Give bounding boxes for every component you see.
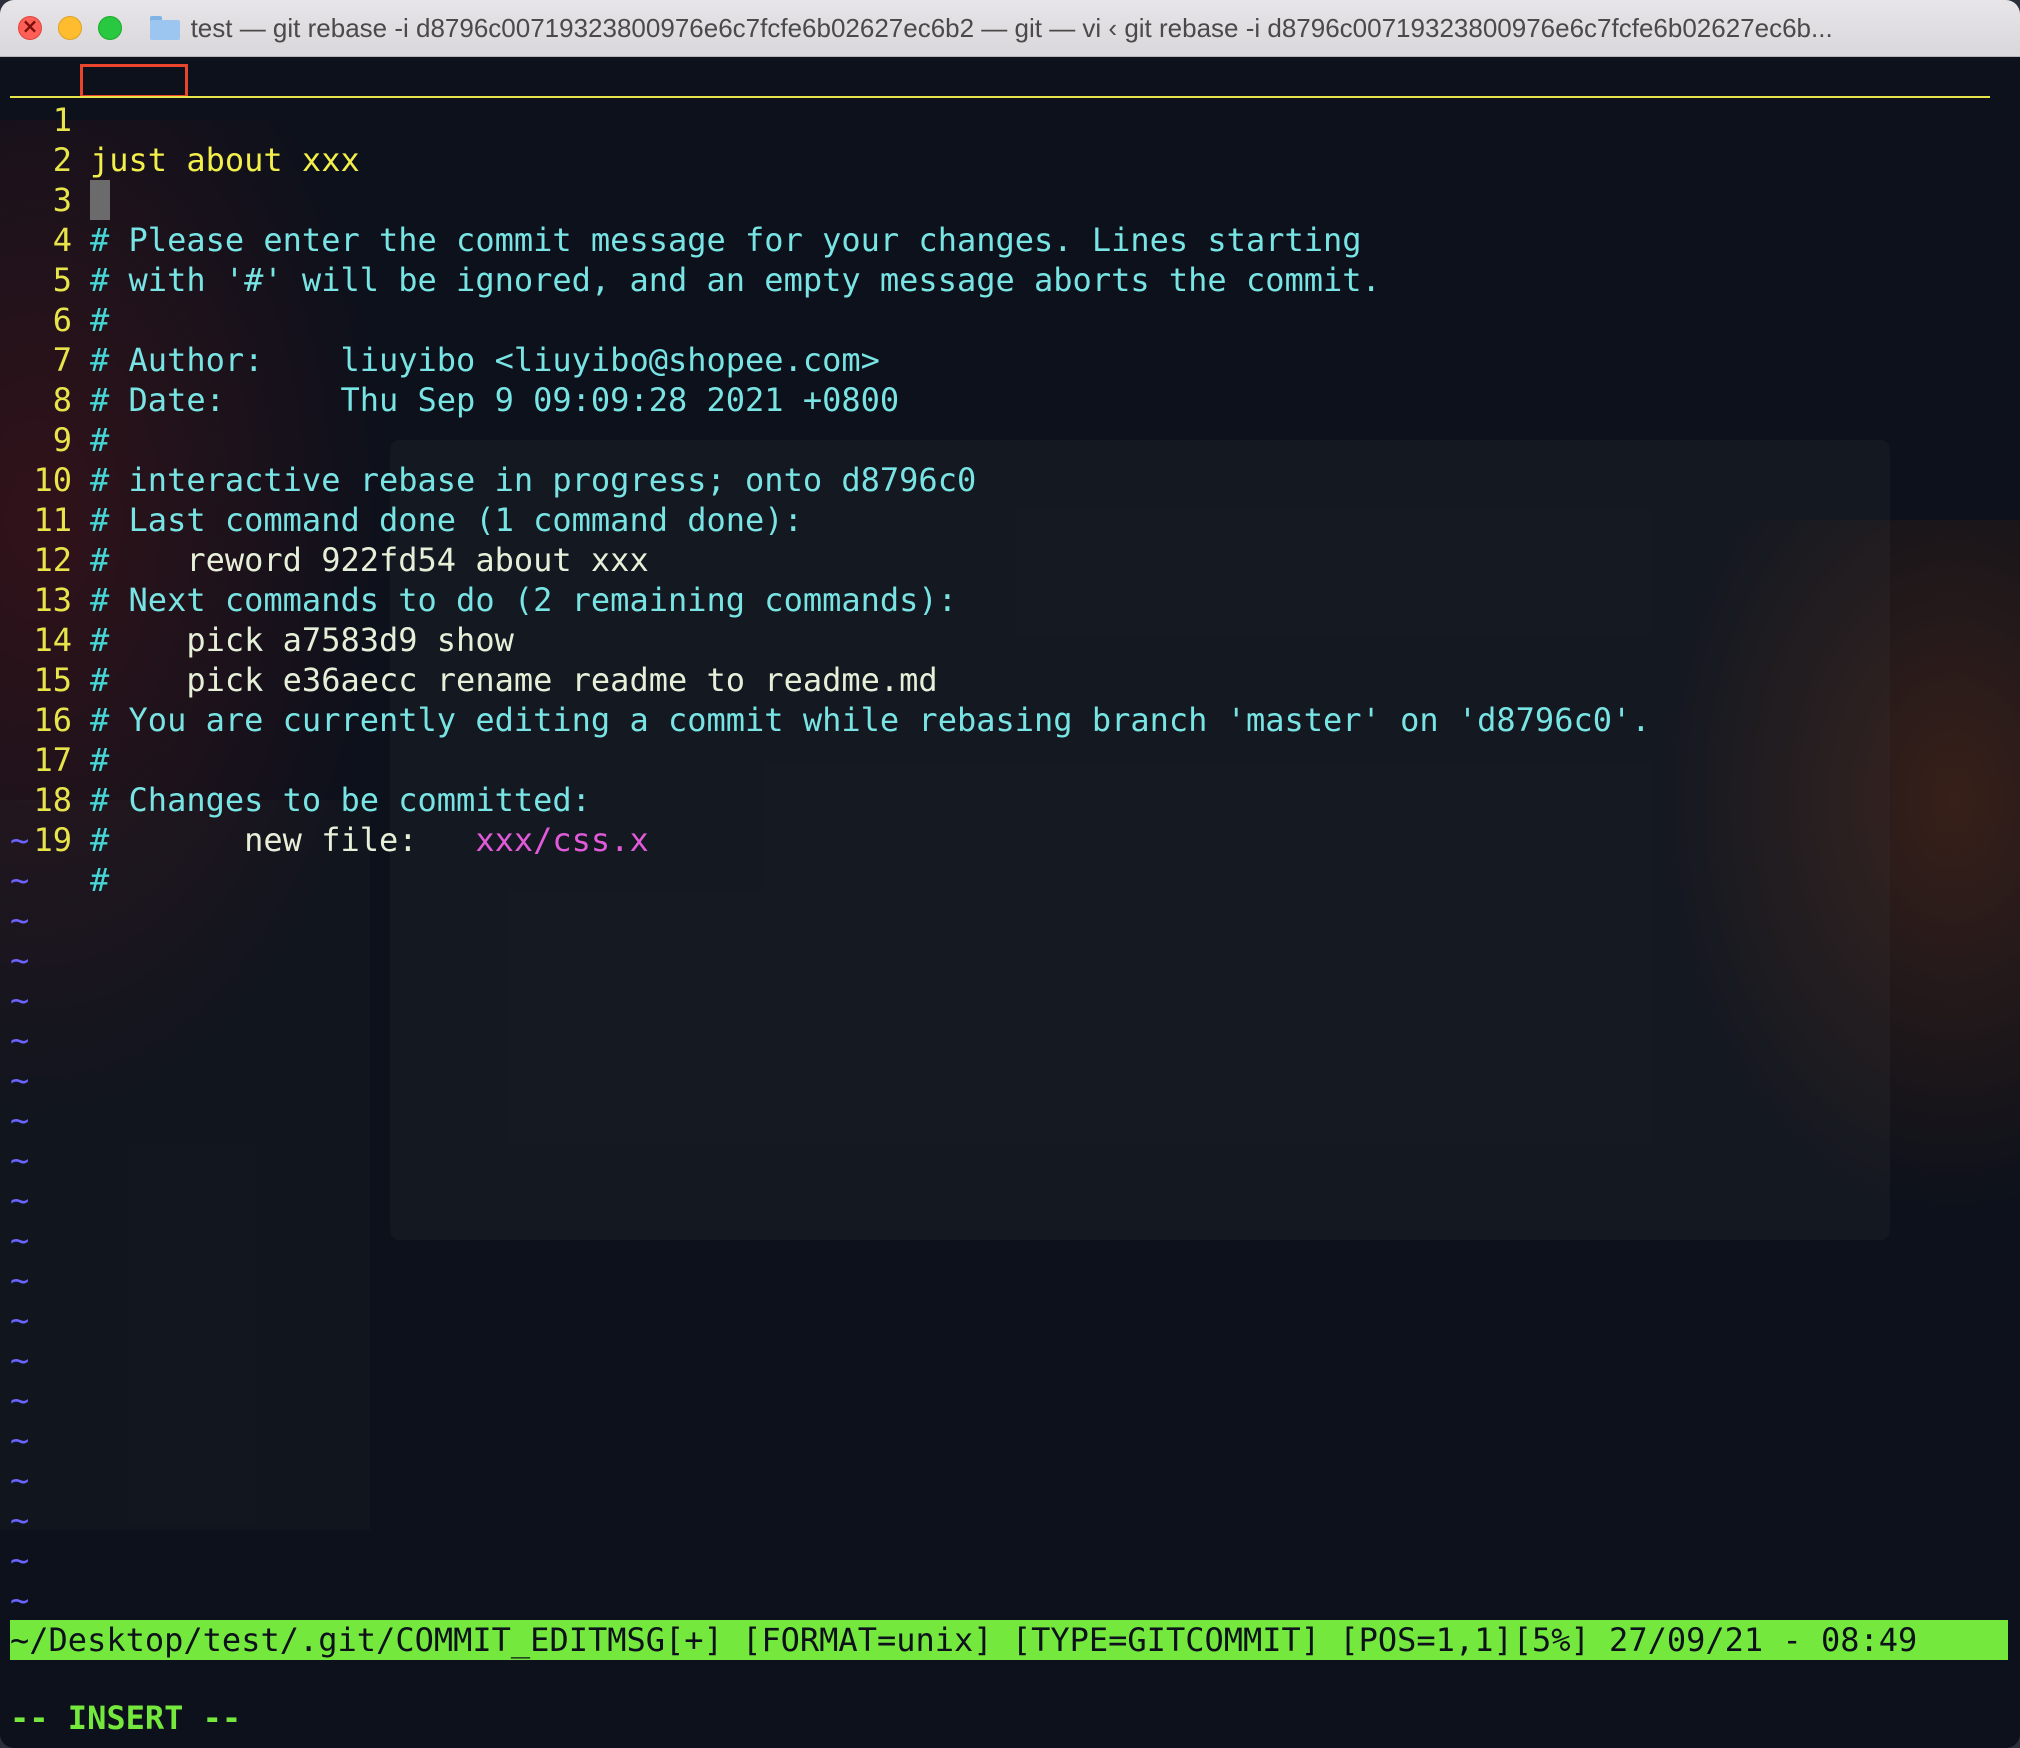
empty-line-tilde: ~ <box>10 1301 30 1339</box>
editor-line[interactable]: 15 # You are currently editing a commit … <box>0 620 1650 739</box>
empty-line-tilde: ~ <box>10 1541 30 1579</box>
comment-text: Please enter the commit message for your… <box>109 221 1362 259</box>
author-text: Author: liuyibo <liuyibo@shopee.com> <box>109 341 880 379</box>
close-window-button[interactable] <box>18 14 42 40</box>
comment-text: You are currently editing a commit while… <box>109 701 1651 739</box>
empty-line-tilde: ~ <box>10 901 30 939</box>
editor-line[interactable]: 13 # pick a7583d9 show <box>0 540 513 659</box>
vim-status-line: ~/Desktop/test/.git/COMMIT_EDITMSG[+] [F… <box>10 1620 2008 1660</box>
rebase-command: pick e36aecc rename readme to readme.md <box>109 661 938 699</box>
comment-text: Last command done (1 command done): <box>109 501 803 539</box>
comment-text: Changes to be committed: <box>109 781 591 819</box>
comment-text: with '#' will be ignored, and an empty m… <box>109 261 1381 299</box>
editor-line[interactable]: 7 # Date: Thu Sep 9 09:09:28 2021 +0800 <box>0 300 899 419</box>
editor-line[interactable]: 1 just about xxx <box>0 60 2020 179</box>
editor-line[interactable]: 18 # new file: xxx/css.x <box>0 740 648 859</box>
empty-line-tilde: ~ <box>10 1181 30 1219</box>
empty-line-tilde: ~ <box>10 1421 30 1459</box>
empty-line-tilde: ~ <box>10 1141 30 1179</box>
line-content: # pick e36aecc rename readme to readme.m… <box>90 660 938 700</box>
editor-line[interactable]: 14 # pick e36aecc rename readme to readm… <box>0 580 937 699</box>
line-content: # pick a7583d9 show <box>90 620 514 660</box>
editor-line[interactable]: 9 # interactive rebase in progress; onto… <box>0 380 976 499</box>
editor-line[interactable]: 4 # with '#' will be ignored, and an emp… <box>0 180 1381 299</box>
line-content: # Next commands to do (2 remaining comma… <box>90 580 957 620</box>
line-content: # new file: xxx/css.x <box>90 820 649 860</box>
line-content: # with '#' will be ignored, and an empty… <box>90 260 1381 300</box>
line-content: # Changes to be committed: <box>90 780 591 820</box>
editor-line[interactable]: 16 # <box>0 660 116 779</box>
empty-line-tilde: ~ <box>10 1581 30 1619</box>
editor-line[interactable]: 8 # <box>0 340 116 459</box>
editor-line[interactable]: 6 # Author: liuyibo <liuyibo@shopee.com> <box>0 260 880 379</box>
minimize-window-button[interactable] <box>58 16 82 40</box>
file-path: xxx/css.x <box>475 821 649 859</box>
folder-icon <box>150 16 180 40</box>
comment-text: Next commands to do (2 remaining command… <box>109 581 957 619</box>
line-content: # Last command done (1 command done): <box>90 500 803 540</box>
editor-line[interactable]: 17 # Changes to be committed: <box>0 700 590 819</box>
empty-line-tilde: ~ <box>10 981 30 1019</box>
empty-line-tilde: ~ <box>10 941 30 979</box>
line-content: # Date: Thu Sep 9 09:09:28 2021 +0800 <box>90 380 899 420</box>
window-title: test — git rebase -i d8796c0071932380097… <box>190 12 1833 43</box>
comment-text: interactive rebase in progress; onto d87… <box>109 461 977 499</box>
title-bar[interactable]: test — git rebase -i d8796c0071932380097… <box>0 0 2020 57</box>
empty-line-tilde: ~ <box>10 1261 30 1299</box>
vim-mode-indicator: -- INSERT -- <box>10 1699 242 1737</box>
editor-line[interactable]: 12 # Next commands to do (2 remaining co… <box>0 500 956 619</box>
cursorline-underline <box>10 96 1990 98</box>
rebase-command: reword 922fd54 about xxx <box>109 541 649 579</box>
editor-line[interactable]: 11 # reword 922fd54 about xxx <box>0 460 648 579</box>
empty-line-tilde: ~ <box>10 1101 30 1139</box>
new-file-label: new file: <box>109 821 476 859</box>
empty-line-tilde: ~ <box>10 1021 30 1059</box>
empty-line-tilde: ~ <box>10 861 30 899</box>
editor-line[interactable]: 3 # Please enter the commit message for … <box>0 140 1362 259</box>
empty-line-tilde: ~ <box>10 1461 30 1499</box>
editor-line[interactable]: 5 # <box>0 220 116 339</box>
window-controls <box>18 14 122 40</box>
vim-editor[interactable]: 1 just about xxx 2 3 # Please enter the … <box>0 58 2020 1619</box>
line-content: # Please enter the commit message for yo… <box>90 220 1362 260</box>
editor-line[interactable]: 2 <box>0 100 116 220</box>
editor-line[interactable]: 10 # Last command done (1 command done): <box>0 420 802 539</box>
empty-line-tilde: ~ <box>10 821 30 859</box>
commit-subject: about xxx <box>167 141 360 179</box>
line-content: # You are currently editing a commit whi… <box>90 700 1651 740</box>
line-content: # interactive rebase in progress; onto d… <box>90 460 976 500</box>
editor-line[interactable]: 19 # <box>0 780 116 899</box>
rebase-command: pick a7583d9 show <box>109 621 514 659</box>
empty-line-tilde: ~ <box>10 1341 30 1379</box>
line-content: # reword 922fd54 about xxx <box>90 540 649 580</box>
cursor-highlight <box>80 64 188 98</box>
date-text: Date: Thu Sep 9 09:09:28 2021 +0800 <box>109 381 900 419</box>
empty-line-tilde: ~ <box>10 1221 30 1259</box>
line-content: just about xxx <box>90 140 360 180</box>
comment-hash: # <box>90 861 110 899</box>
empty-line-tilde: ~ <box>10 1381 30 1419</box>
empty-line-tilde: ~ <box>10 1501 30 1539</box>
line-content: # <box>90 860 109 900</box>
zoom-window-button[interactable] <box>98 16 122 40</box>
line-content: # Author: liuyibo <liuyibo@shopee.com> <box>90 340 880 380</box>
terminal-window: test — git rebase -i d8796c0071932380097… <box>0 0 2020 1748</box>
empty-line-tilde: ~ <box>10 1061 30 1099</box>
